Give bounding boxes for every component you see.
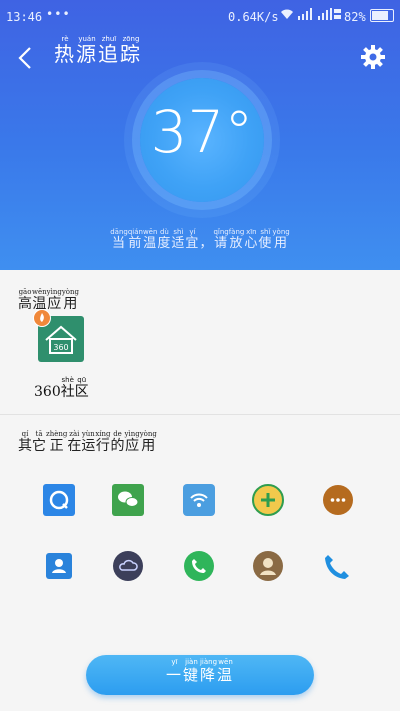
signal-4g-icon <box>318 8 341 20</box>
plus-circle-icon[interactable] <box>252 484 284 516</box>
gear-icon[interactable] <box>360 44 386 70</box>
temperature-dial: 37° <box>140 78 264 202</box>
hot-flame-badge-icon <box>33 309 51 327</box>
temperature-status-text: 当dāng前qián温wēn度dù适shì宜yí，请qǐng放fàng心xīn使… <box>110 228 290 251</box>
status-time: 13:46 <box>6 10 43 24</box>
svg-text:360: 360 <box>53 343 68 352</box>
battery-percent: 82% <box>344 10 366 24</box>
header-panel: 13:46 ••• 0.64K/s 82% 热rè源yuán追zhuī踪zōng <box>0 0 400 270</box>
app-360-community-label: 360社shè区qū <box>34 376 89 400</box>
wifi-status-icon <box>281 9 293 19</box>
avatar-icon[interactable] <box>252 550 284 582</box>
contacts-icon[interactable] <box>43 550 75 582</box>
phone-blue-icon[interactable] <box>322 550 354 582</box>
wifi-icon[interactable] <box>183 484 215 516</box>
temperature-value: 37° <box>150 98 254 166</box>
cloud-icon[interactable] <box>112 550 144 582</box>
chat-bubble-icon[interactable] <box>322 484 354 516</box>
battery-icon <box>370 9 394 22</box>
phone-green-icon[interactable] <box>183 550 215 582</box>
notification-dots: ••• <box>46 7 71 21</box>
wechat-icon[interactable] <box>112 484 144 516</box>
page-title: 热rè源yuán追zhuī踪zōng <box>54 35 142 66</box>
signal-icon <box>298 8 312 20</box>
section-divider <box>0 414 400 415</box>
running-apps-heading: 其qí它tā正zhèng在zài运yùn行xíng的de应yìng用yòng <box>18 430 157 454</box>
back-arrow-icon[interactable] <box>14 44 38 72</box>
qq-browser-icon[interactable] <box>43 484 75 516</box>
one-key-cool-button[interactable]: 一yī键jiàn降jiàng温wēn <box>86 655 314 695</box>
net-speed: 0.64K/s <box>228 10 279 24</box>
status-bar: 13:46 ••• 0.64K/s 82% <box>0 0 400 34</box>
